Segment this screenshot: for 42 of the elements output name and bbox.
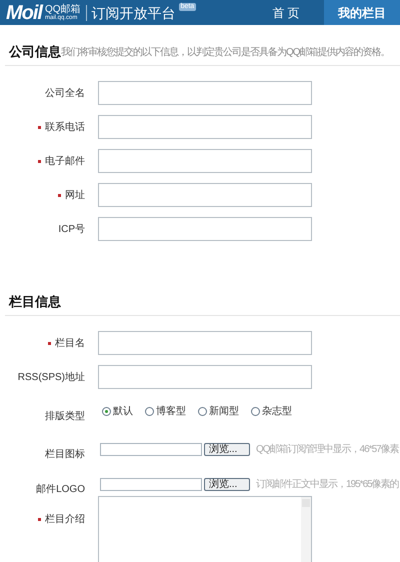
section-title: 公司信息	[9, 45, 61, 58]
input-field[interactable]	[98, 331, 312, 355]
input-field[interactable]	[98, 217, 312, 241]
radio-button-icon[interactable]	[251, 406, 260, 416]
input-field[interactable]	[98, 183, 312, 207]
file-path-field[interactable]	[100, 442, 202, 456]
nav-tab[interactable]: 首 页	[248, 0, 324, 25]
input-field[interactable]	[98, 149, 312, 173]
input-field[interactable]	[98, 115, 312, 139]
browse-button[interactable]: 浏览...	[204, 442, 250, 456]
field-label: 邮件LOGO	[36, 482, 85, 496]
file-path-field[interactable]	[100, 478, 202, 490]
platform-title: 订阅开放平台	[92, 6, 176, 20]
section-title: 栏目信息	[9, 295, 61, 308]
field-label: 公司全名	[45, 86, 85, 100]
field-label: 栏目图标	[45, 448, 85, 462]
input-field[interactable]	[98, 365, 312, 389]
scroll-up-icon[interactable]	[302, 499, 310, 507]
browse-button[interactable]: 浏览...	[204, 478, 250, 490]
field-label: 栏目名	[55, 336, 85, 350]
section-note: 我们将审核您提交的以下信息，以判定贵公司是否具备为QQ邮箱提供内容的资格。	[61, 48, 390, 58]
field-label: 电子邮件	[45, 154, 85, 168]
brand-name: QQ邮箱	[45, 4, 81, 14]
hint-text: QQ邮箱订阅管理中显示，46*57像素	[256, 442, 399, 456]
field-label: 栏目介绍	[45, 512, 85, 526]
logo: Moil	[6, 2, 42, 22]
radio-button-icon[interactable]	[145, 406, 154, 416]
radio-option[interactable]: 新闻型	[198, 404, 239, 418]
nav-tab[interactable]: 我的栏目	[324, 0, 400, 25]
field-label: 网址	[65, 188, 85, 202]
field-label: RSS(SPS)地址	[18, 370, 85, 384]
radio-option[interactable]: 默认	[102, 404, 133, 418]
field-label: 排版类型	[45, 410, 85, 424]
radio-option[interactable]: 博客型	[145, 404, 186, 418]
field-label: ICP号	[58, 222, 85, 236]
text-area[interactable]	[98, 496, 312, 562]
hint-text: 订阅邮件正文中显示，195*65像素的	[256, 478, 399, 492]
radio-button-icon[interactable]	[198, 406, 207, 416]
radio-button-icon[interactable]	[102, 406, 111, 416]
field-label: 联系电话	[45, 120, 85, 134]
radio-option[interactable]: 杂志型	[251, 404, 292, 418]
input-field[interactable]	[98, 81, 312, 105]
